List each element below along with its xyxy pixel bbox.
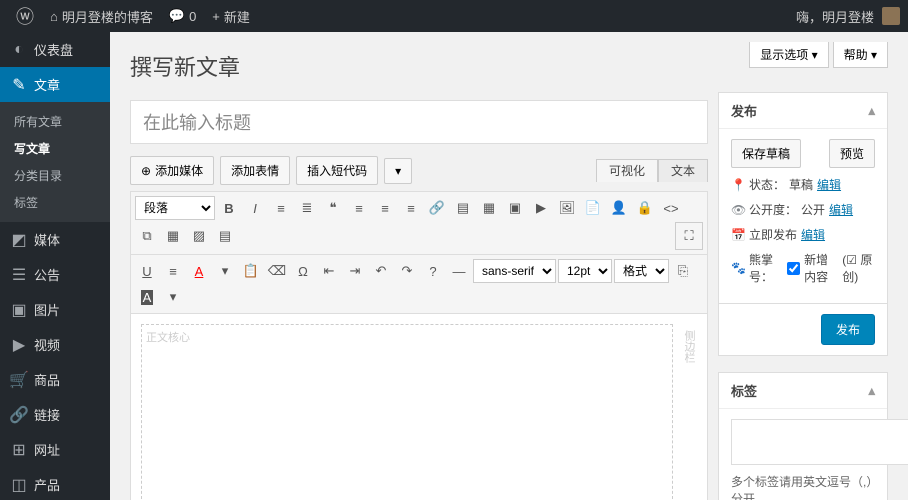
font-size-select[interactable]: 12pt: [558, 259, 612, 283]
grid2-icon[interactable]: ▨: [187, 224, 211, 248]
sidebar-item-图片[interactable]: ▣图片: [0, 292, 110, 327]
omega-icon[interactable]: Ω: [291, 259, 315, 283]
add-media-button[interactable]: ⊕ 添加媒体: [130, 156, 214, 185]
title-input[interactable]: 在此输入标题: [130, 100, 708, 144]
blockquote-icon[interactable]: ❝: [321, 196, 345, 220]
outdent-icon[interactable]: ⇤: [317, 259, 341, 283]
bear-new-checkbox[interactable]: [787, 262, 800, 275]
fullscreen-icon[interactable]: ⛶: [675, 222, 703, 250]
copy-icon[interactable]: ⎘: [671, 259, 695, 283]
add-emoji-button[interactable]: 添加表情: [220, 156, 290, 185]
eye-icon: 👁: [731, 203, 745, 217]
toolbar-toggle-icon[interactable]: ▦: [477, 196, 501, 220]
lock-icon[interactable]: 🔒: [633, 196, 657, 220]
hr-icon[interactable]: —: [447, 259, 471, 283]
code-icon[interactable]: <>: [659, 196, 683, 220]
screen-options-tab[interactable]: 显示选项 ▾: [749, 42, 828, 68]
align-center-icon[interactable]: ≡: [373, 196, 397, 220]
calendar-icon: 📅: [731, 228, 745, 242]
format-select[interactable]: 段落: [135, 196, 215, 220]
sidebar-item-仪表盘[interactable]: ◐仪表盘: [0, 32, 110, 67]
media-icon[interactable]: ▣: [503, 196, 527, 220]
bullet-list-icon[interactable]: ≡: [269, 196, 293, 220]
strike-icon[interactable]: ≡: [161, 259, 185, 283]
textcolor-arrow-icon[interactable]: ▾: [213, 259, 237, 283]
clear-icon[interactable]: ⌫: [265, 259, 289, 283]
sidebar-subitem-所有文章[interactable]: 所有文章: [0, 108, 110, 135]
style-select[interactable]: 格式: [614, 259, 669, 283]
sidebar-item-视频[interactable]: ▶视频: [0, 327, 110, 362]
italic-icon[interactable]: I: [243, 196, 267, 220]
visual-tab[interactable]: 可视化: [596, 159, 658, 182]
greeting-link[interactable]: 嗨，明月登楼: [788, 7, 882, 26]
grid1-icon[interactable]: ▦: [161, 224, 185, 248]
edit-visibility-link[interactable]: 编辑: [829, 201, 853, 218]
sidebar-item-商品[interactable]: 🛒商品: [0, 362, 110, 397]
align-left-icon[interactable]: ≡: [347, 196, 371, 220]
site-home-link[interactable]: ⌂明月登楼的博客: [42, 7, 161, 26]
help-icon[interactable]: ?: [421, 259, 445, 283]
edit-status-link[interactable]: 编辑: [817, 176, 841, 193]
preview-button[interactable]: 预览: [829, 139, 875, 168]
sidebar-item-链接[interactable]: 🔗链接: [0, 397, 110, 432]
editor-body[interactable]: 正文核心: [141, 324, 673, 500]
new-content-link[interactable]: +新建: [204, 7, 258, 26]
sidebar-item-公告[interactable]: ☰公告: [0, 257, 110, 292]
publish-panel-header[interactable]: 发布▴: [719, 93, 887, 129]
bgcolor-icon[interactable]: A: [135, 285, 159, 309]
newwin-icon[interactable]: ⧉: [135, 224, 159, 248]
font-family-select[interactable]: sans-serif: [473, 259, 556, 283]
sidebar-item-网址[interactable]: ⊞网址: [0, 432, 110, 467]
insert-shortcode-button[interactable]: 插入短代码: [296, 156, 378, 185]
save-draft-button[interactable]: 保存草稿: [731, 139, 801, 168]
help-tab[interactable]: 帮助 ▾: [833, 42, 888, 68]
sidebar-subitem-写文章[interactable]: 写文章: [0, 135, 110, 162]
more-icon[interactable]: ▤: [451, 196, 475, 220]
shortcode-dropdown[interactable]: ▾: [384, 158, 412, 184]
tag-hint: 多个标签请用英文逗号（,）分开: [731, 473, 875, 500]
file-icon[interactable]: 📄: [581, 196, 605, 220]
grid3-icon[interactable]: ▤: [213, 224, 237, 248]
clipboard-icon[interactable]: 📋: [239, 259, 263, 283]
underline-icon[interactable]: U: [135, 259, 159, 283]
user-icon[interactable]: 👤: [607, 196, 631, 220]
sidebar-item-文章[interactable]: ✎文章: [0, 67, 110, 102]
editor-sidebar-label: 侧边栏: [681, 324, 697, 500]
avatar[interactable]: [882, 7, 900, 25]
video-icon[interactable]: ▶: [529, 196, 553, 220]
sidebar-item-产品[interactable]: ◫产品: [0, 467, 110, 500]
sidebar-subitem-分类目录[interactable]: 分类目录: [0, 162, 110, 189]
bold-icon[interactable]: B: [217, 196, 241, 220]
paw-icon: 🐾: [731, 261, 745, 275]
comments-link[interactable]: 💬0: [161, 8, 204, 24]
link-icon[interactable]: 🔗: [425, 196, 449, 220]
bgcolor-arrow-icon[interactable]: ▾: [161, 285, 185, 309]
tag-input[interactable]: [731, 419, 908, 465]
edit-schedule-link[interactable]: 编辑: [801, 226, 825, 243]
tags-panel-header[interactable]: 标签▴: [719, 373, 887, 409]
redo-icon[interactable]: ↷: [395, 259, 419, 283]
textcolor-icon[interactable]: A: [187, 259, 211, 283]
wp-logo[interactable]: ⓦ: [8, 3, 42, 29]
align-right-icon[interactable]: ≡: [399, 196, 423, 220]
publish-button[interactable]: 发布: [821, 314, 875, 345]
sidebar-item-媒体[interactable]: ◩媒体: [0, 222, 110, 257]
pin-icon: 📍: [731, 178, 745, 192]
undo-icon[interactable]: ↶: [369, 259, 393, 283]
image-icon[interactable]: 🖼: [555, 196, 579, 220]
indent-icon[interactable]: ⇥: [343, 259, 367, 283]
sidebar-subitem-标签[interactable]: 标签: [0, 189, 110, 216]
text-tab[interactable]: 文本: [658, 159, 708, 182]
numbered-list-icon[interactable]: ≣: [295, 196, 319, 220]
